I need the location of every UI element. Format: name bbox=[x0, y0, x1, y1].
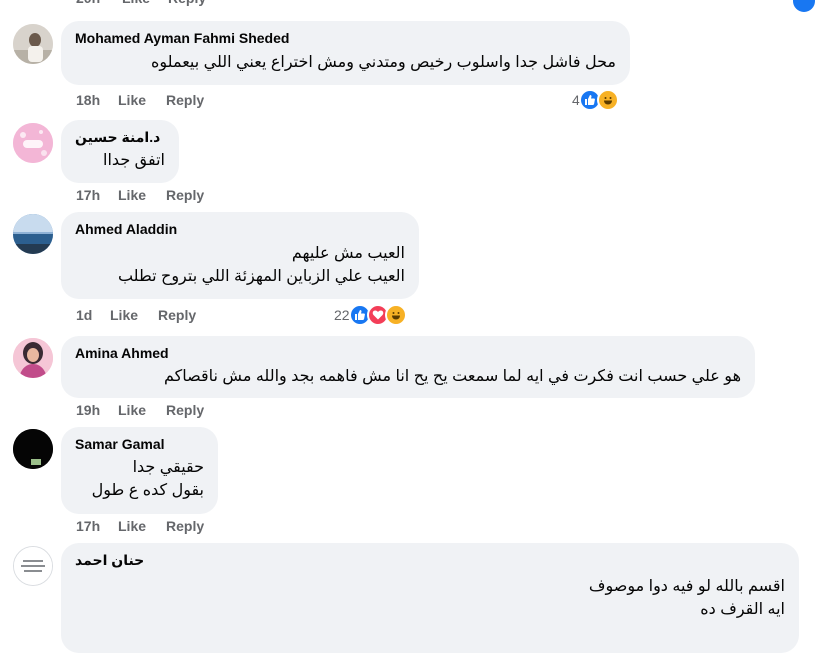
reply-link[interactable]: Reply bbox=[166, 90, 204, 110]
profile-photo-icon bbox=[13, 429, 53, 469]
reply-link[interactable]: Reply bbox=[158, 305, 196, 325]
comment-author[interactable]: Amina Ahmed bbox=[75, 344, 741, 362]
reply-link[interactable]: Reply bbox=[168, 0, 206, 8]
avatar[interactable] bbox=[13, 214, 53, 254]
comment-text: اتفق جداا bbox=[103, 152, 165, 169]
comment-bubble: Amina Ahmed هو علي حسب انت فكرت في ايه ل… bbox=[61, 336, 755, 398]
comment-meta: 19h Like Reply bbox=[76, 400, 276, 420]
comment-time[interactable]: 1d bbox=[76, 305, 92, 325]
like-link[interactable]: Like bbox=[118, 185, 146, 205]
comment-meta: 17h Like Reply bbox=[76, 185, 276, 205]
comment-author[interactable]: Samar Gamal bbox=[75, 435, 204, 453]
comment-bubble: Samar Gamal حقيقي جدا بقول كده ع طول bbox=[61, 427, 218, 514]
profile-photo-icon bbox=[13, 123, 53, 163]
like-link[interactable]: Like bbox=[118, 90, 146, 110]
haha-icon bbox=[596, 89, 619, 111]
profile-photo-icon bbox=[14, 547, 52, 585]
comment-meta: 1d Like Reply bbox=[76, 305, 276, 325]
comment-text: محل فاشل جدا واسلوب رخيص ومتدني ومش اختر… bbox=[151, 54, 616, 71]
comment-time[interactable]: 17h bbox=[76, 516, 100, 536]
comment-author[interactable]: د.امنة حسين bbox=[75, 128, 165, 146]
comment-text-line: بقول كده ع طول bbox=[91, 482, 204, 499]
comment-time[interactable]: 19h bbox=[76, 400, 100, 420]
haha-icon bbox=[384, 304, 407, 326]
comment-bubble: Mohamed Ayman Fahmi Sheded محل فاشل جدا … bbox=[61, 21, 630, 85]
comment-meta: 20h Like Reply bbox=[76, 0, 276, 8]
comment-author[interactable]: Ahmed Aladdin bbox=[75, 220, 405, 238]
avatar[interactable] bbox=[13, 24, 53, 64]
profile-photo-icon bbox=[13, 24, 53, 64]
comment-time[interactable]: 17h bbox=[76, 185, 100, 205]
comment-author[interactable]: Mohamed Ayman Fahmi Sheded bbox=[75, 29, 616, 47]
reply-link[interactable]: Reply bbox=[166, 400, 204, 420]
avatar[interactable] bbox=[13, 338, 53, 378]
avatar[interactable] bbox=[13, 546, 53, 586]
reactions-summary[interactable]: 22 bbox=[334, 304, 407, 326]
like-link[interactable]: Like bbox=[110, 305, 138, 325]
profile-photo-icon bbox=[13, 338, 53, 378]
reply-link[interactable]: Reply bbox=[166, 185, 204, 205]
comment-text: هو علي حسب انت فكرت في ايه لما سمعت يح ي… bbox=[163, 368, 741, 385]
reaction-count: 22 bbox=[334, 307, 350, 323]
reply-link[interactable]: Reply bbox=[166, 516, 204, 536]
comment-bubble: حنان احمد اقسم بالله لو فيه دوا موصوف اي… bbox=[61, 543, 799, 653]
comment-time[interactable]: 20h bbox=[76, 0, 100, 8]
like-link[interactable]: Like bbox=[118, 516, 146, 536]
comment-meta: 18h Like Reply bbox=[76, 90, 276, 110]
comment-bubble: Ahmed Aladdin العيب مش عليهم العيب علي ا… bbox=[61, 212, 419, 299]
comment-text-line: اقسم بالله لو فيه دوا موصوف bbox=[588, 578, 785, 595]
comment-text-line: العيب علي الزباين المهزئة اللي بتروح تطل… bbox=[117, 268, 405, 285]
avatar[interactable] bbox=[13, 123, 53, 163]
avatar[interactable] bbox=[13, 429, 53, 469]
profile-photo-icon bbox=[13, 214, 53, 254]
comment-text-line: العيب مش عليهم bbox=[291, 245, 405, 262]
like-link[interactable]: Like bbox=[118, 400, 146, 420]
reactions-summary[interactable]: 4 bbox=[572, 89, 619, 111]
top-reaction-icon bbox=[791, 0, 817, 14]
comment-author[interactable]: حنان احمد bbox=[75, 551, 785, 569]
comment-text-line: حقيقي جدا bbox=[132, 459, 204, 476]
like-link[interactable]: Like bbox=[122, 0, 150, 8]
comment-bubble: د.امنة حسين اتفق جداا bbox=[61, 120, 179, 183]
comment-meta: 17h Like Reply bbox=[76, 516, 276, 536]
comment-time[interactable]: 18h bbox=[76, 90, 100, 110]
comment-text-line: ايه القرف ده bbox=[700, 601, 785, 618]
